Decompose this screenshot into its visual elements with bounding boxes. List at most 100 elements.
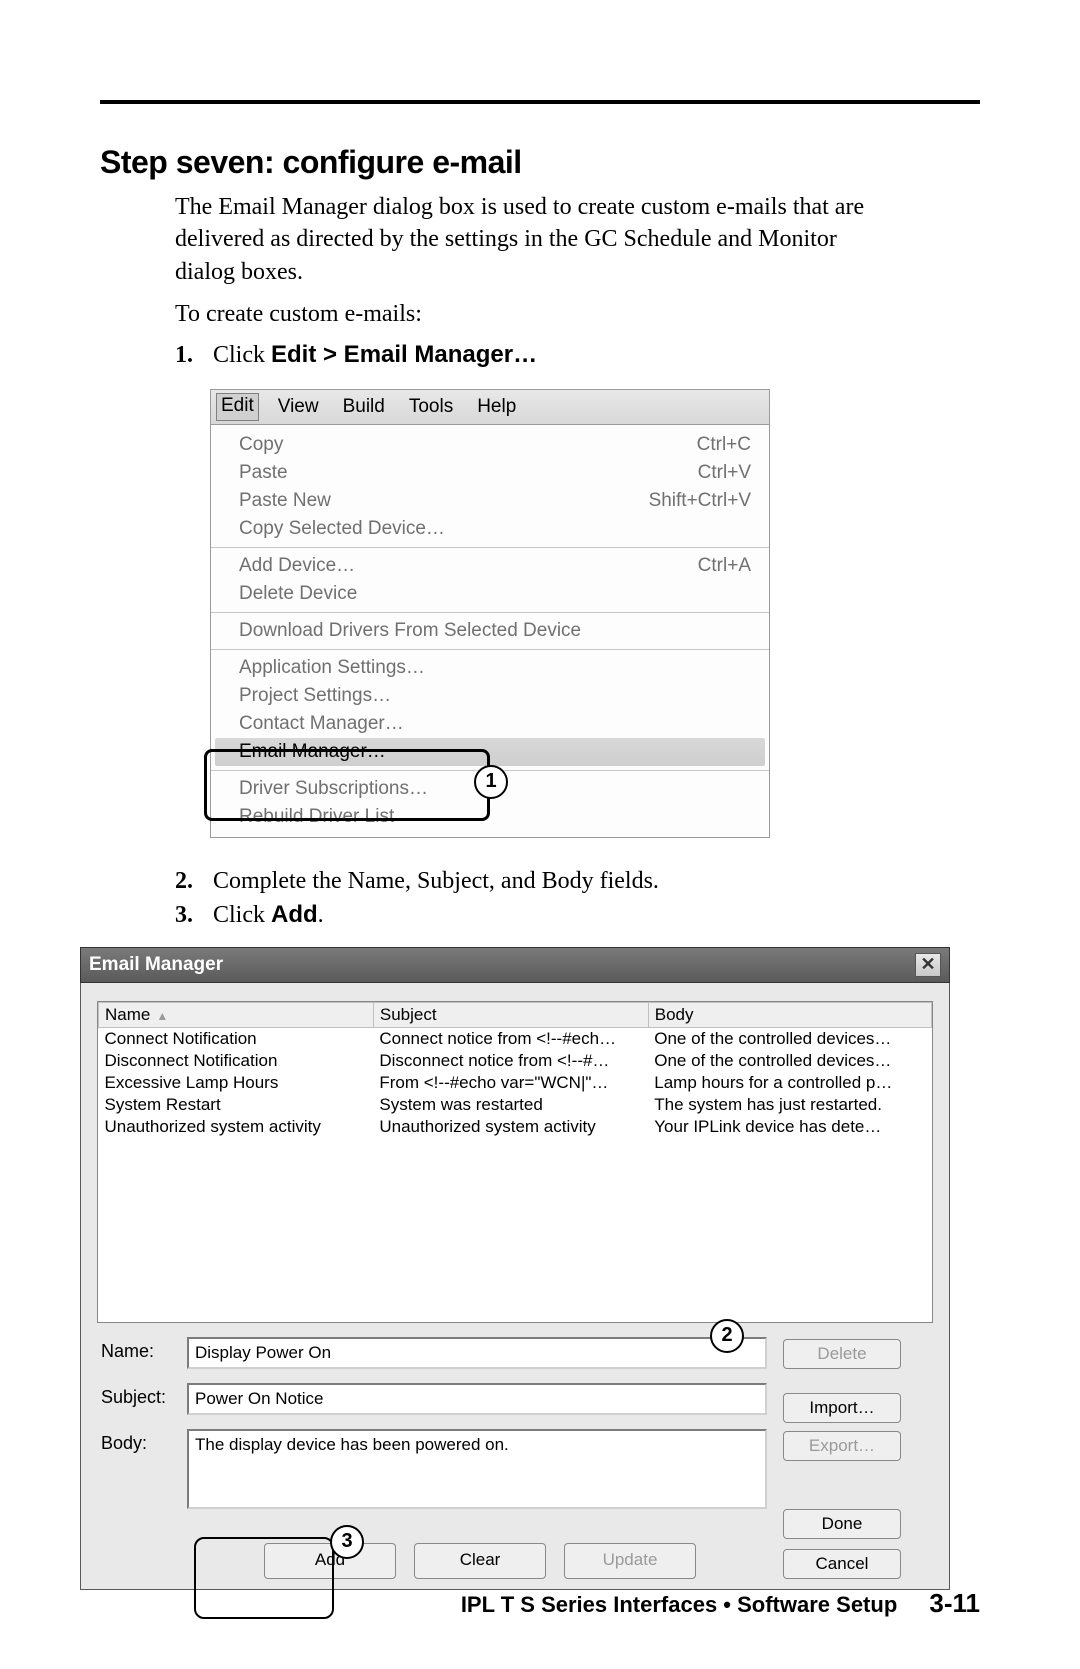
cell-body: One of the controlled devices… bbox=[648, 1050, 931, 1072]
menu-contact-manager[interactable]: Contact Manager… bbox=[211, 710, 769, 738]
step-1-pre: Click bbox=[213, 342, 271, 368]
delete-button[interactable]: Delete bbox=[783, 1339, 901, 1369]
col-body[interactable]: Body bbox=[648, 1002, 931, 1027]
menubar: Edit View Build Tools Help bbox=[210, 389, 770, 425]
subject-field[interactable] bbox=[187, 1383, 767, 1415]
cell-subject: System was restarted bbox=[373, 1094, 648, 1116]
cell-subject: Disconnect notice from <!--#… bbox=[373, 1050, 648, 1072]
step-heading: Step seven: configure e-mail bbox=[100, 144, 980, 181]
menubar-tools[interactable]: Tools bbox=[407, 394, 455, 420]
intro-paragraph-1: The Email Manager dialog box is used to … bbox=[175, 191, 875, 288]
menu-del-dev-label: Delete Device bbox=[239, 583, 751, 605]
menu-dl-drivers-label: Download Drivers From Selected Device bbox=[239, 620, 751, 642]
step-3: 3. Click Add. bbox=[175, 901, 875, 929]
email-table: Name ▲ Subject Body Connect NotificationC… bbox=[97, 1001, 933, 1323]
email-table-body: Connect NotificationConnect notice from … bbox=[99, 1027, 932, 1138]
dialog-title-text: Email Manager bbox=[89, 954, 223, 976]
step-1: 1. Click Edit > Email Manager… bbox=[175, 341, 875, 369]
step-1-number: 1. bbox=[175, 342, 213, 369]
clear-button[interactable]: Clear bbox=[414, 1543, 546, 1579]
menu-paste-new-label: Paste New bbox=[239, 490, 649, 512]
body-label: Body: bbox=[101, 1429, 187, 1454]
menu-rebuild-label: Rebuild Driver List bbox=[239, 806, 751, 828]
name-label: Name: bbox=[101, 1337, 187, 1362]
menu-email-manager[interactable]: Email Manager… bbox=[215, 738, 765, 766]
table-row[interactable]: Excessive Lamp HoursFrom <!--#echo var="… bbox=[99, 1072, 932, 1094]
cell-name: Disconnect Notification bbox=[99, 1050, 374, 1072]
menu-add-device[interactable]: Add Device…Ctrl+A bbox=[211, 552, 769, 580]
table-row[interactable]: System RestartSystem was restartedThe sy… bbox=[99, 1094, 932, 1116]
menu-download-drivers[interactable]: Download Drivers From Selected Device bbox=[211, 617, 769, 645]
step-3-post: . bbox=[318, 902, 324, 928]
subject-label: Subject: bbox=[101, 1383, 187, 1408]
menu-email-mgr-label: Email Manager… bbox=[239, 741, 747, 763]
sort-asc-icon: ▲ bbox=[156, 1009, 168, 1023]
menu-copy-label: Copy bbox=[239, 434, 697, 456]
cell-subject: Unauthorized system activity bbox=[373, 1116, 648, 1138]
edit-menu-figure: Edit View Build Tools Help CopyCtrl+C Pa… bbox=[210, 389, 770, 838]
cell-body: The system has just restarted. bbox=[648, 1094, 931, 1116]
menubar-edit[interactable]: Edit bbox=[216, 393, 259, 421]
menu-add-dev-shortcut: Ctrl+A bbox=[698, 555, 751, 577]
cell-name: System Restart bbox=[99, 1094, 374, 1116]
import-button[interactable]: Import… bbox=[783, 1393, 901, 1423]
menu-add-dev-label: Add Device… bbox=[239, 555, 698, 577]
menu-paste[interactable]: PasteCtrl+V bbox=[211, 459, 769, 487]
step-3-bold: Add bbox=[271, 901, 318, 928]
add-button[interactable]: Add bbox=[264, 1543, 396, 1579]
export-button[interactable]: Export… bbox=[783, 1431, 901, 1461]
cell-subject: Connect notice from <!--#ech… bbox=[373, 1027, 648, 1050]
step-1-bold: Edit > Email Manager… bbox=[271, 341, 537, 368]
table-row[interactable]: Disconnect NotificationDisconnect notice… bbox=[99, 1050, 932, 1072]
email-manager-dialog: Email Manager ✕ Name ▲ Subject Body Conne… bbox=[80, 947, 950, 1590]
menu-copy-selected-device[interactable]: Copy Selected Device… bbox=[211, 515, 769, 543]
cancel-button[interactable]: Cancel bbox=[783, 1549, 901, 1579]
cell-body: Your IPLink device has dete… bbox=[648, 1116, 931, 1138]
menu-app-set-label: Application Settings… bbox=[239, 657, 751, 679]
menu-paste-shortcut: Ctrl+V bbox=[698, 462, 751, 484]
intro-paragraph-2: To create custom e-mails: bbox=[175, 298, 875, 330]
callout-1: 1 bbox=[474, 765, 508, 799]
menu-copy-sel-label: Copy Selected Device… bbox=[239, 518, 751, 540]
footer-title: IPL T S Series Interfaces • Software Set… bbox=[461, 1592, 897, 1617]
cell-body: One of the controlled devices… bbox=[648, 1027, 931, 1050]
close-icon[interactable]: ✕ bbox=[915, 953, 941, 977]
update-button[interactable]: Update bbox=[564, 1543, 696, 1579]
step-2-text: Complete the Name, Subject, and Body fie… bbox=[213, 868, 875, 895]
menu-paste-new-shortcut: Shift+Ctrl+V bbox=[649, 490, 751, 512]
menubar-help[interactable]: Help bbox=[475, 394, 518, 420]
table-row[interactable]: Unauthorized system activityUnauthorized… bbox=[99, 1116, 932, 1138]
menu-paste-new[interactable]: Paste NewShift+Ctrl+V bbox=[211, 487, 769, 515]
step-3-pre: Click bbox=[213, 902, 271, 928]
body-field[interactable]: The display device has been powered on. bbox=[187, 1429, 767, 1509]
menu-application-settings[interactable]: Application Settings… bbox=[211, 654, 769, 682]
step-3-number: 3. bbox=[175, 902, 213, 929]
cell-subject: From <!--#echo var="WCN|"… bbox=[373, 1072, 648, 1094]
step-2-number: 2. bbox=[175, 868, 213, 895]
cell-body: Lamp hours for a controlled p… bbox=[648, 1072, 931, 1094]
col-subject[interactable]: Subject bbox=[373, 1002, 648, 1027]
menu-copy-shortcut: Ctrl+C bbox=[697, 434, 751, 456]
step-2: 2. Complete the Name, Subject, and Body … bbox=[175, 868, 875, 895]
menu-delete-device[interactable]: Delete Device bbox=[211, 580, 769, 608]
name-field[interactable] bbox=[187, 1337, 767, 1369]
menu-paste-label: Paste bbox=[239, 462, 698, 484]
menu-proj-set-label: Project Settings… bbox=[239, 685, 751, 707]
cell-name: Connect Notification bbox=[99, 1027, 374, 1050]
menu-rebuild-driver-list[interactable]: Rebuild Driver List bbox=[211, 803, 769, 831]
callout-3: 3 bbox=[330, 1525, 364, 1559]
menubar-build[interactable]: Build bbox=[341, 394, 387, 420]
menubar-view[interactable]: View bbox=[276, 394, 321, 420]
menu-contact-mgr-label: Contact Manager… bbox=[239, 713, 751, 735]
menu-project-settings[interactable]: Project Settings… bbox=[211, 682, 769, 710]
col-name[interactable]: Name ▲ bbox=[99, 1002, 374, 1027]
page-footer: IPL T S Series Interfaces • Software Set… bbox=[461, 1588, 980, 1619]
menu-copy[interactable]: CopyCtrl+C bbox=[211, 431, 769, 459]
dialog-titlebar: Email Manager ✕ bbox=[80, 947, 950, 983]
table-row[interactable]: Connect NotificationConnect notice from … bbox=[99, 1027, 932, 1050]
callout-2: 2 bbox=[710, 1319, 744, 1353]
col-name-label: Name bbox=[105, 1005, 150, 1024]
cell-name: Excessive Lamp Hours bbox=[99, 1072, 374, 1094]
cell-name: Unauthorized system activity bbox=[99, 1116, 374, 1138]
footer-page-number: 3-11 bbox=[929, 1588, 980, 1618]
